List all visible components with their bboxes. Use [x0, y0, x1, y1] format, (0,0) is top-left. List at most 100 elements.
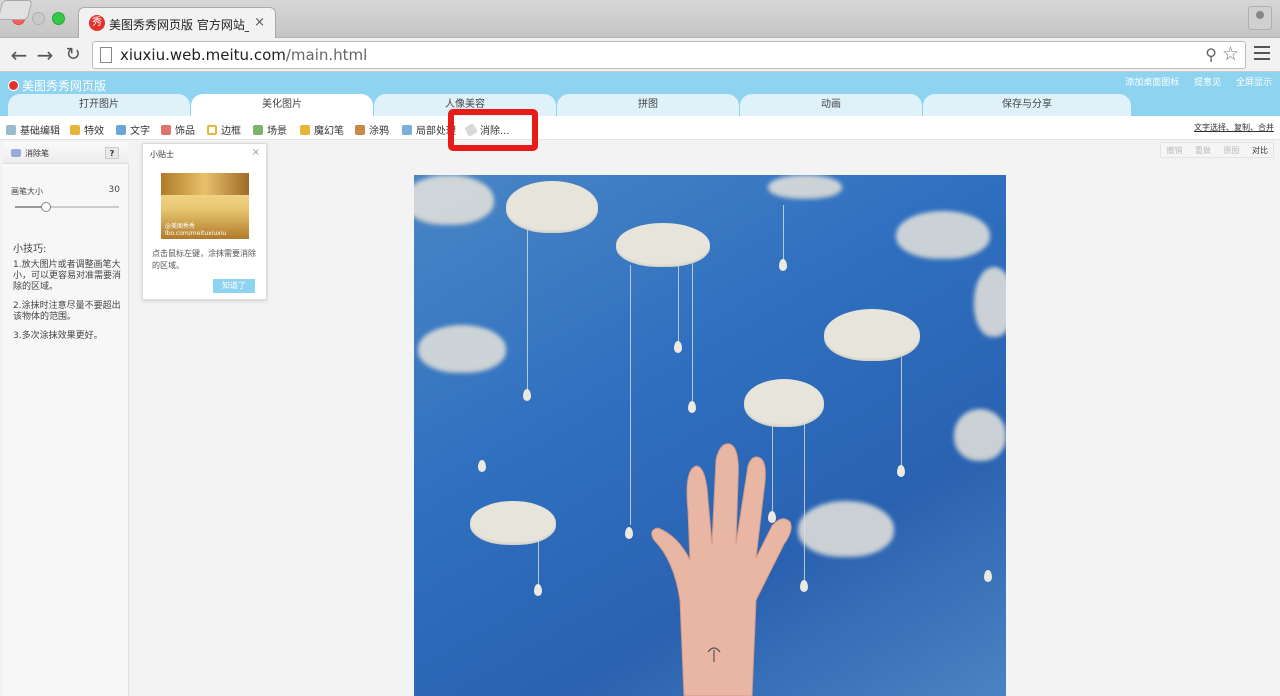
tool-label: 特效	[84, 126, 104, 137]
raindrop	[800, 580, 808, 592]
redo-button[interactable]: 重做	[1190, 143, 1216, 158]
brush-size-slider[interactable]	[15, 202, 119, 212]
brush-size-value: 30	[108, 185, 120, 195]
cloud	[798, 501, 894, 557]
raindrop	[984, 570, 992, 582]
tool-label: 基础编辑	[20, 126, 60, 137]
string	[527, 230, 528, 390]
tool-toolbar: 基础编辑 特效 文字 饰品 边框 场景 魔幻笔 涂鸦 局部处理 消除... 文字…	[0, 116, 1280, 140]
tab-beautify[interactable]: 美化图片	[191, 94, 373, 116]
raindrop	[688, 401, 696, 413]
close-icon[interactable]: ×	[252, 147, 260, 158]
tool-label: 文字	[130, 126, 150, 137]
app-logo[interactable]: 美图秀秀网页版	[8, 77, 106, 93]
eraser-pen-icon	[11, 149, 21, 157]
raindrop	[625, 527, 633, 539]
cloud	[616, 223, 710, 267]
eraser-panel: 消除笔 ? 画笔大小 30 小技巧: 1.放大图片或者调整画笔大小，可以更容易对…	[3, 142, 129, 696]
hand-illustration	[651, 443, 792, 696]
address-bar[interactable]: xiuxiu.web.meitu.com/main.html ⚲ ☆	[92, 41, 1246, 69]
tool-basic-edit[interactable]: 基础编辑	[6, 122, 60, 137]
tool-label: 场景	[267, 126, 287, 137]
meitu-favicon-icon: 秀	[89, 15, 105, 31]
tips-title: 小技巧:	[13, 244, 47, 255]
profile-icon[interactable]	[1248, 6, 1272, 30]
back-arrow-icon[interactable]: ←	[6, 42, 32, 68]
bookmark-star-icon[interactable]: ☆	[1222, 43, 1239, 65]
feedback-link[interactable]: 提意见	[1194, 78, 1221, 88]
tool-magic-pen[interactable]: 魔幻笔	[300, 122, 344, 137]
browser-tab[interactable]: 秀 美图秀秀网页版 官方网站_在 ×	[78, 7, 276, 38]
original-button[interactable]: 原图	[1218, 143, 1244, 158]
brush-size-label: 画笔大小	[11, 187, 43, 196]
cloud	[954, 409, 1006, 461]
doodle-icon	[355, 125, 365, 135]
got-it-button[interactable]: 知道了	[213, 279, 255, 293]
string	[692, 263, 693, 403]
raindrop	[674, 341, 682, 353]
slider-thumb[interactable]	[41, 202, 52, 212]
string	[901, 357, 902, 477]
cloud	[744, 379, 824, 427]
zoom-window-button[interactable]	[52, 12, 65, 25]
help-button[interactable]: ?	[105, 147, 119, 159]
minimize-window-button[interactable]	[32, 12, 45, 25]
magic-pen-icon	[300, 125, 310, 135]
tool-label: 魔幻笔	[314, 126, 344, 137]
scene-icon	[253, 125, 263, 135]
string	[783, 205, 784, 261]
cloud	[414, 175, 494, 225]
browser-menu-icon[interactable]	[1254, 46, 1270, 61]
reload-icon[interactable]: ↻	[60, 42, 86, 68]
tool-accessories[interactable]: 饰品	[161, 122, 195, 137]
tool-text[interactable]: 文字	[116, 122, 150, 137]
compare-button[interactable]: 对比	[1247, 143, 1273, 158]
tip-popup-title: 小贴士	[150, 150, 174, 159]
logo-icon	[8, 80, 19, 91]
cloud	[824, 309, 920, 361]
search-icon[interactable]: ⚲	[1205, 45, 1217, 64]
tool-effects[interactable]: 特效	[70, 122, 104, 137]
highlight-box	[448, 109, 538, 151]
tip-item: 3.多次涂抹效果更好。	[13, 331, 103, 341]
bow-icon	[161, 125, 171, 135]
tab-save-share[interactable]: 保存与分享	[923, 94, 1131, 116]
tip-example-image: @美图秀秀 lbo.com/meituxiuxiu	[161, 173, 249, 239]
cloud	[470, 501, 556, 545]
editing-photo[interactable]	[414, 175, 1006, 696]
add-desktop-icon-link[interactable]: 添加桌面图标	[1125, 78, 1179, 88]
fullscreen-link[interactable]: 全屏显示	[1236, 78, 1272, 88]
tab-close-icon[interactable]: ×	[254, 15, 265, 30]
text-icon	[116, 125, 126, 135]
edit-history-bar: 撤销 重做 原图 对比	[1160, 142, 1274, 158]
forward-arrow-icon[interactable]: →	[32, 42, 58, 68]
raindrop	[523, 389, 531, 401]
tool-label: 边框	[221, 126, 241, 137]
new-tab-button[interactable]	[0, 0, 33, 20]
app-logo-text: 美图秀秀网页版	[22, 79, 107, 93]
panel-title: 消除笔	[25, 149, 49, 158]
url-host: xiuxiu.web.meitu.com	[120, 46, 286, 64]
raindrop	[478, 460, 486, 472]
cloud	[506, 181, 598, 233]
tip-item: 1.放大图片或者调整画笔大小，可以更容易对准需要消除的区域。	[13, 260, 122, 292]
string	[678, 263, 679, 343]
tab-collage[interactable]: 拼图	[557, 94, 739, 116]
cloud	[896, 211, 990, 259]
cloud	[418, 325, 506, 373]
browser-navbar: ← → ↻ xiuxiu.web.meitu.com/main.html ⚲ ☆	[0, 38, 1280, 72]
tip-item: 2.涂抹时注意尽量不要超出该物体的范围。	[13, 301, 121, 322]
tab-open-image[interactable]: 打开图片	[8, 94, 190, 116]
url-text: xiuxiu.web.meitu.com/main.html	[120, 46, 367, 64]
panel-header: 消除笔 ?	[3, 142, 129, 164]
page-icon	[100, 47, 112, 63]
undo-button[interactable]: 撤销	[1161, 143, 1187, 158]
tool-doodle[interactable]: 涂鸦	[355, 122, 389, 137]
tip-popup: 小贴士 × @美图秀秀 lbo.com/meituxiuxiu 点击鼠标左键，涂…	[142, 143, 267, 300]
basic-edit-icon	[6, 125, 16, 135]
tool-frame[interactable]: 边框	[207, 122, 241, 137]
tab-animation[interactable]: 动画	[740, 94, 922, 116]
raindrop	[897, 465, 905, 477]
tool-scene[interactable]: 场景	[253, 122, 287, 137]
text-select-link[interactable]: 文字选择、复制、合并	[1194, 122, 1274, 133]
